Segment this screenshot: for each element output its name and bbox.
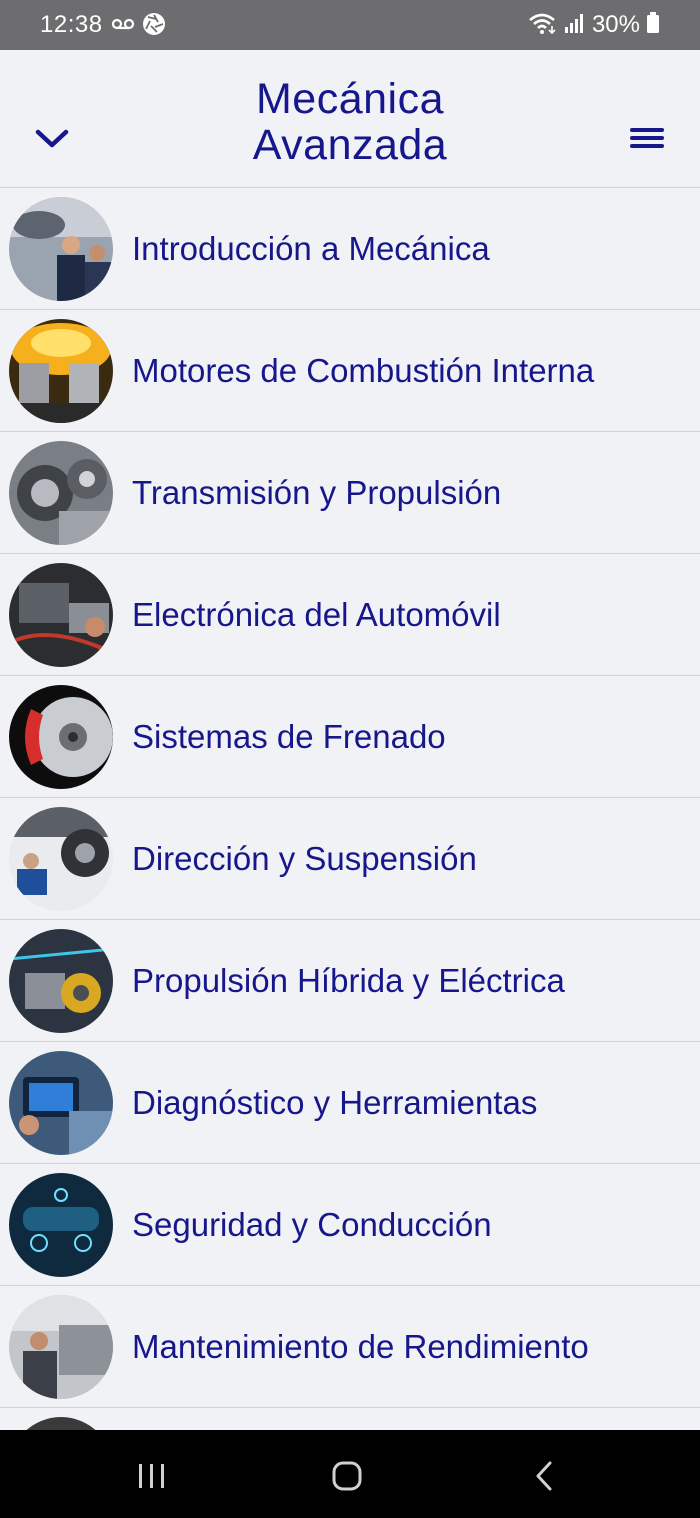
battery-icon	[646, 11, 660, 39]
signal-icon	[564, 12, 586, 39]
car-electronics-photo	[9, 563, 113, 667]
topic-item[interactable]: Electrónica del Automóvil	[0, 554, 700, 676]
home-icon[interactable]	[327, 1456, 367, 1496]
topic-label: Introducción a Mecánica	[132, 230, 490, 267]
page-title-line2: Avanzada	[252, 121, 448, 169]
app-header: Mecánica Avanzada	[0, 50, 700, 188]
battery-percent: 30%	[591, 11, 640, 38]
topic-label: Dirección y Suspensión	[132, 840, 477, 877]
topic-label: Transmisión y Propulsión	[132, 474, 502, 511]
topic-item[interactable]: Diagnóstico y Herramientas	[0, 1042, 700, 1164]
engine-pistons-photo	[9, 319, 113, 423]
topic-item[interactable]: Propulsión Híbrida y Eléctrica	[0, 920, 700, 1042]
topic-item[interactable]: Introducción a Mecánica	[0, 188, 700, 310]
topic-label: Seguridad y Conducción	[132, 1206, 492, 1243]
mechanics-team-photo	[9, 197, 113, 301]
system-nav-bar	[0, 1430, 700, 1518]
topic-list: Introducción a Mecánica Motores de Combu…	[0, 188, 700, 1518]
topic-item[interactable]: Mantenimiento de Rendimiento	[0, 1286, 700, 1408]
mechanic-service-photo	[9, 1295, 113, 1399]
car-safety-hud-photo	[9, 1173, 113, 1277]
back-icon[interactable]	[524, 1456, 564, 1496]
status-time: 12:38	[40, 11, 103, 38]
topic-item[interactable]: Transmisión y Propulsión	[0, 432, 700, 554]
chevron-down-icon[interactable]	[30, 120, 74, 156]
brake-disc-photo	[9, 685, 113, 789]
page-title-line1: Mecánica	[255, 75, 445, 123]
voicemail-icon	[111, 17, 135, 36]
status-system-icons: 30%	[528, 10, 660, 40]
recent-apps-icon[interactable]	[131, 1456, 171, 1496]
diagnostic-tablet-photo	[9, 1051, 113, 1155]
electric-motor-photo	[9, 929, 113, 1033]
topic-item[interactable]: Sistemas de Frenado	[0, 676, 700, 798]
topic-item[interactable]: Motores de Combustión Interna	[0, 310, 700, 432]
app-screen: 12:38 30% Mecánica Avanzada Introducción…	[0, 0, 700, 1518]
topic-label: Mantenimiento de Rendimiento	[132, 1328, 589, 1365]
topic-item[interactable]: Dirección y Suspensión	[0, 798, 700, 920]
topic-label: Electrónica del Automóvil	[132, 596, 501, 633]
status-bar: 12:38 30%	[0, 0, 700, 50]
topic-label: Sistemas de Frenado	[132, 718, 446, 755]
wifi-icon	[528, 11, 558, 40]
topic-label: Motores de Combustión Interna	[132, 352, 595, 389]
gearbox-photo	[9, 441, 113, 545]
page-title: Mecánica Avanzada	[150, 76, 550, 168]
topic-label: Diagnóstico y Herramientas	[132, 1084, 538, 1121]
topic-item[interactable]: Seguridad y Conducción	[0, 1164, 700, 1286]
aperture-icon	[142, 12, 166, 41]
topic-label: Propulsión Híbrida y Eléctrica	[132, 962, 565, 999]
suspension-photo	[9, 807, 113, 911]
hamburger-menu-icon[interactable]	[626, 120, 670, 156]
status-notification-icons	[111, 12, 166, 41]
